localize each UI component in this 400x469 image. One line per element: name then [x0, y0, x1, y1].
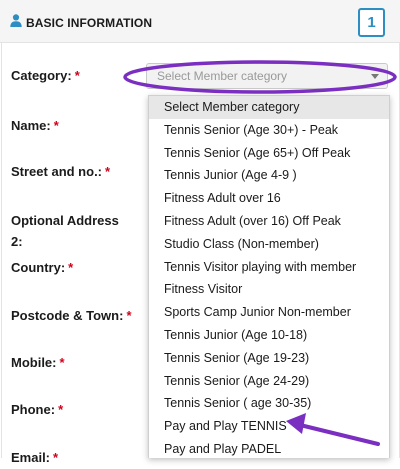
step-number-badge: 1 — [358, 8, 385, 37]
name-label-text: Name: — [11, 118, 51, 133]
member-category-dropdown: Select Member category Tennis Senior (Ag… — [148, 95, 390, 458]
mobile-label-text: Mobile: — [11, 355, 57, 370]
required-marker: * — [126, 308, 132, 323]
section-header: BASIC INFORMATION 1 — [0, 0, 400, 43]
street-label: Street and no.: * — [11, 161, 110, 183]
phone-label: Phone: * — [11, 399, 63, 421]
dropdown-option[interactable]: Tennis Junior (Age 10-18) — [149, 324, 389, 347]
user-icon — [10, 14, 22, 27]
select-value: Select Member category — [157, 69, 288, 83]
country-label-text: Country: — [11, 260, 66, 275]
category-label-text: Category: — [11, 68, 72, 83]
member-category-select[interactable]: Select Member category — [146, 63, 388, 89]
street-label-text: Street and no.: — [11, 164, 103, 179]
name-label: Name: * — [11, 115, 59, 137]
dropdown-option[interactable]: Fitness Adult over 16 — [149, 187, 389, 210]
required-marker: * — [59, 355, 65, 370]
required-marker: * — [58, 402, 64, 417]
dropdown-option[interactable]: Tennis Senior (Age 30+) - Peak — [149, 119, 389, 142]
required-marker: * — [68, 260, 74, 275]
optional-address-label-line2: 2: — [11, 231, 23, 253]
dropdown-option[interactable]: Tennis Senior (Age 19-23) — [149, 347, 389, 370]
dropdown-option[interactable]: Tennis Visitor playing with member — [149, 256, 389, 279]
dropdown-option[interactable]: Tennis Senior ( age 30-35) — [149, 392, 389, 415]
section-title: BASIC INFORMATION — [26, 16, 153, 30]
dropdown-option[interactable]: Studio Class (Non-member) — [149, 233, 389, 256]
required-marker: * — [105, 164, 111, 179]
dropdown-option[interactable]: Tennis Senior (Age 65+) Off Peak — [149, 142, 389, 165]
dropdown-option[interactable]: Fitness Visitor — [149, 278, 389, 301]
optional-address-label-text-2: 2: — [11, 234, 23, 249]
phone-label-text: Phone: — [11, 402, 56, 417]
email-label: Email: * — [11, 447, 58, 469]
postcode-town-label: Postcode & Town: * — [11, 305, 132, 327]
dropdown-option-pay-and-play-tennis[interactable]: Pay and Play TENNIS — [149, 415, 389, 438]
dropdown-option[interactable]: Tennis Senior (Age 24-29) — [149, 370, 389, 393]
country-label: Country: * — [11, 257, 73, 279]
dropdown-option[interactable]: Sports Camp Junior Non-member — [149, 301, 389, 324]
chevron-down-icon — [371, 74, 379, 79]
mobile-label: Mobile: * — [11, 352, 65, 374]
required-marker: * — [74, 68, 80, 83]
required-marker: * — [53, 118, 59, 133]
dropdown-option[interactable]: Fitness Adult (over 16) Off Peak — [149, 210, 389, 233]
category-label: Category: * — [11, 65, 80, 87]
postcode-town-label-text: Postcode & Town: — [11, 308, 124, 323]
step-number: 1 — [367, 14, 376, 31]
optional-address-label-text: Optional Address — [11, 213, 119, 228]
optional-address-label: Optional Address — [11, 210, 119, 232]
dropdown-option[interactable]: Select Member category — [149, 96, 389, 119]
dropdown-option[interactable]: Pay and Play PADEL — [149, 438, 389, 458]
dropdown-option[interactable]: Tennis Junior (Age 4-9 ) — [149, 164, 389, 187]
